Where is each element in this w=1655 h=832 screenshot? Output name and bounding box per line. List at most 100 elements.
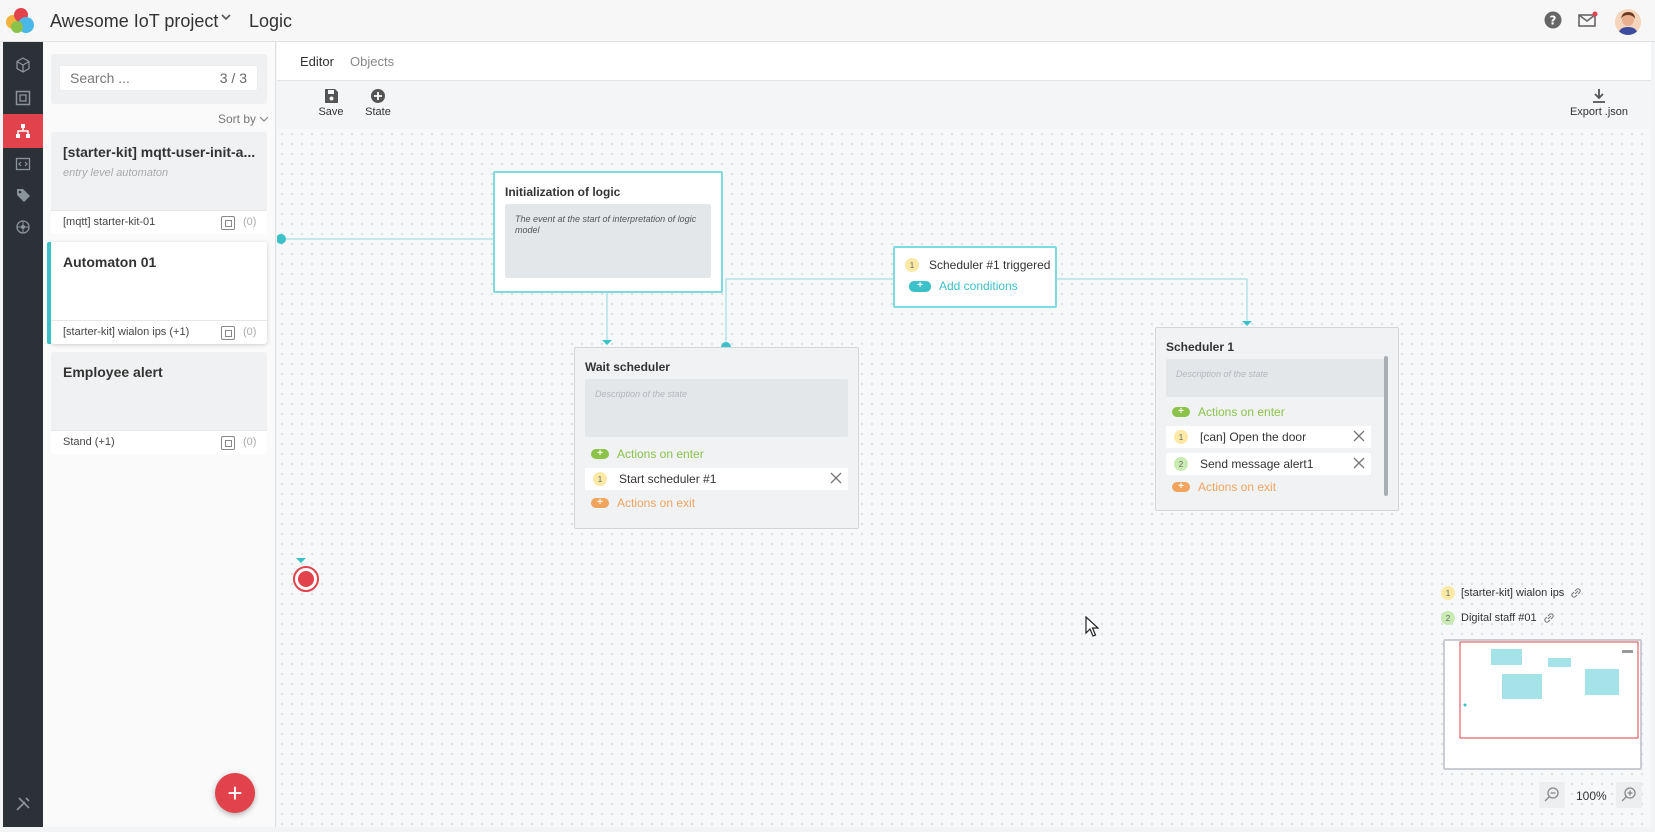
object-icon: [221, 326, 235, 340]
automaton-count: (0): [243, 326, 257, 338]
nav-rail: [3, 42, 43, 827]
plus-icon: +: [909, 280, 931, 292]
wait-scheduler-title: Wait scheduler: [585, 360, 670, 374]
automaton-title: Employee alert: [63, 364, 163, 380]
actions-on-exit-button[interactable]: + Actions on exit: [1172, 480, 1276, 494]
zoom-in-button[interactable]: [1616, 782, 1642, 808]
node-scrollbar[interactable]: [1384, 356, 1388, 496]
search-count: 3 / 3: [219, 70, 247, 86]
init-state-description[interactable]: The event at the start of interpretation…: [505, 204, 711, 278]
chevron-down-icon: [259, 116, 269, 122]
rail-code[interactable]: [3, 147, 43, 181]
automata-panel: Search ... 3 / 3 Sort by [starter-kit] m…: [43, 42, 276, 827]
editor-toolbar: Save State Export .json: [277, 81, 1651, 129]
action-label: Send message alert1: [1200, 457, 1314, 471]
zoom-level: 100%: [1576, 789, 1607, 803]
scheduler-1-node[interactable]: Scheduler 1 Description of the state + A…: [1155, 327, 1399, 511]
tab-objects[interactable]: Objects: [350, 54, 394, 69]
legend-number: 1: [1441, 586, 1455, 600]
close-icon[interactable]: [1353, 457, 1365, 469]
legend-number: 2: [1441, 611, 1455, 625]
automaton-footer: [starter-kit] wialon ips (+1) (0): [51, 320, 267, 344]
tools-icon: [16, 797, 30, 811]
link-icon: [1571, 588, 1582, 598]
object-icon: [221, 216, 235, 230]
action-number: 2: [1174, 457, 1188, 471]
actions-on-enter-button[interactable]: + Actions on enter: [591, 447, 704, 461]
wait-scheduler-node[interactable]: Wait scheduler Description of the state …: [574, 347, 859, 529]
code-icon: [15, 157, 31, 171]
action-row[interactable]: 1 Start scheduler #1: [585, 468, 848, 490]
link-icon: [1543, 613, 1554, 623]
legend-label: [starter-kit] wialon ips: [1461, 587, 1565, 599]
automaton-title: [starter-kit] mqtt-user-init-a...: [63, 144, 256, 160]
actions-on-enter-button[interactable]: + Actions on enter: [1172, 405, 1285, 419]
project-name[interactable]: Awesome IoT project: [50, 11, 218, 32]
add-state-button[interactable]: State: [360, 88, 396, 118]
init-state-node[interactable]: Initialization of logic The event at the…: [493, 171, 723, 293]
scheduler-1-description[interactable]: Description of the state: [1166, 359, 1388, 397]
plus-icon: +: [591, 449, 609, 459]
minimap[interactable]: [1443, 639, 1642, 770]
tab-editor[interactable]: Editor: [300, 54, 334, 69]
action-row[interactable]: 2 Send message alert1: [1166, 453, 1371, 475]
automaton-object: [starter-kit] wialon ips (+1): [63, 326, 190, 338]
add-conditions-button[interactable]: + Add conditions: [909, 279, 1018, 293]
init-state-title: Initialization of logic: [505, 185, 621, 199]
legend-label: Digital staff #01: [1461, 612, 1537, 624]
help-icon[interactable]: ?: [1544, 11, 1564, 31]
zoom-out-button[interactable]: [1539, 782, 1565, 808]
plus-icon: +: [591, 498, 609, 508]
sort-by-dropdown[interactable]: Sort by: [218, 112, 269, 126]
cube-icon: [16, 57, 30, 73]
add-automaton-button[interactable]: +: [215, 773, 255, 813]
rail-logic[interactable]: [3, 114, 43, 148]
top-bar: Awesome IoT project Logic ?: [0, 0, 1655, 42]
download-icon: [1593, 89, 1605, 103]
automaton-title: Automaton 01: [63, 254, 157, 270]
rail-devices[interactable]: [3, 48, 43, 82]
automaton-card[interactable]: Employee alert Stand (+1) (0): [51, 352, 267, 454]
close-icon[interactable]: [830, 472, 842, 484]
automaton-object: Stand (+1): [63, 436, 115, 448]
chevron-down-icon[interactable]: [220, 11, 232, 26]
automaton-count: (0): [243, 216, 257, 228]
transition-node[interactable]: 1 Scheduler #1 triggered + Add condition…: [893, 246, 1057, 308]
save-label: Save: [318, 106, 344, 118]
action-number: 1: [1174, 430, 1188, 444]
sort-by-label: Sort by: [218, 112, 257, 126]
user-avatar[interactable]: [1615, 9, 1641, 35]
save-button[interactable]: Save: [313, 88, 349, 118]
transition-number: 1: [905, 258, 919, 272]
minimap-preview: [1459, 641, 1639, 739]
legend-item[interactable]: 1 [starter-kit] wialon ips: [1441, 586, 1582, 600]
search-input[interactable]: Search ... 3 / 3: [59, 65, 258, 91]
search-placeholder: Search ...: [70, 70, 130, 86]
rail-tags[interactable]: [3, 178, 43, 212]
automaton-footer: Stand (+1) (0): [51, 430, 267, 454]
export-json-button[interactable]: Export .json: [1567, 88, 1631, 118]
action-row[interactable]: 1 [can] Open the door: [1166, 426, 1371, 448]
network-icon: [16, 220, 30, 234]
add-conditions-label: Add conditions: [939, 279, 1018, 293]
mail-icon[interactable]: [1578, 11, 1598, 31]
close-icon[interactable]: [1353, 430, 1365, 442]
editor-tabs: Editor Objects: [277, 42, 1651, 81]
export-label: Export .json: [1569, 106, 1629, 118]
actions-on-enter-label: Actions on enter: [617, 447, 704, 461]
svg-text:?: ?: [1550, 14, 1557, 28]
rail-objects[interactable]: [3, 81, 43, 115]
plus-circle-icon: [371, 89, 385, 103]
actions-on-exit-button[interactable]: + Actions on exit: [591, 496, 695, 510]
automaton-card-selected[interactable]: Automaton 01 [starter-kit] wialon ips (+…: [47, 242, 267, 344]
automaton-subtitle: entry level automaton: [63, 167, 169, 179]
hierarchy-icon: [16, 124, 30, 138]
rail-network[interactable]: [3, 210, 43, 244]
legend-item[interactable]: 2 Digital staff #01: [1441, 611, 1555, 625]
rail-tools[interactable]: [3, 787, 43, 821]
automaton-card[interactable]: [starter-kit] mqtt-user-init-a... entry …: [51, 132, 267, 234]
plus-icon: +: [1172, 407, 1190, 417]
app-logo[interactable]: [6, 7, 36, 35]
actions-on-exit-label: Actions on exit: [1198, 480, 1277, 494]
wait-scheduler-description[interactable]: Description of the state: [585, 379, 848, 437]
